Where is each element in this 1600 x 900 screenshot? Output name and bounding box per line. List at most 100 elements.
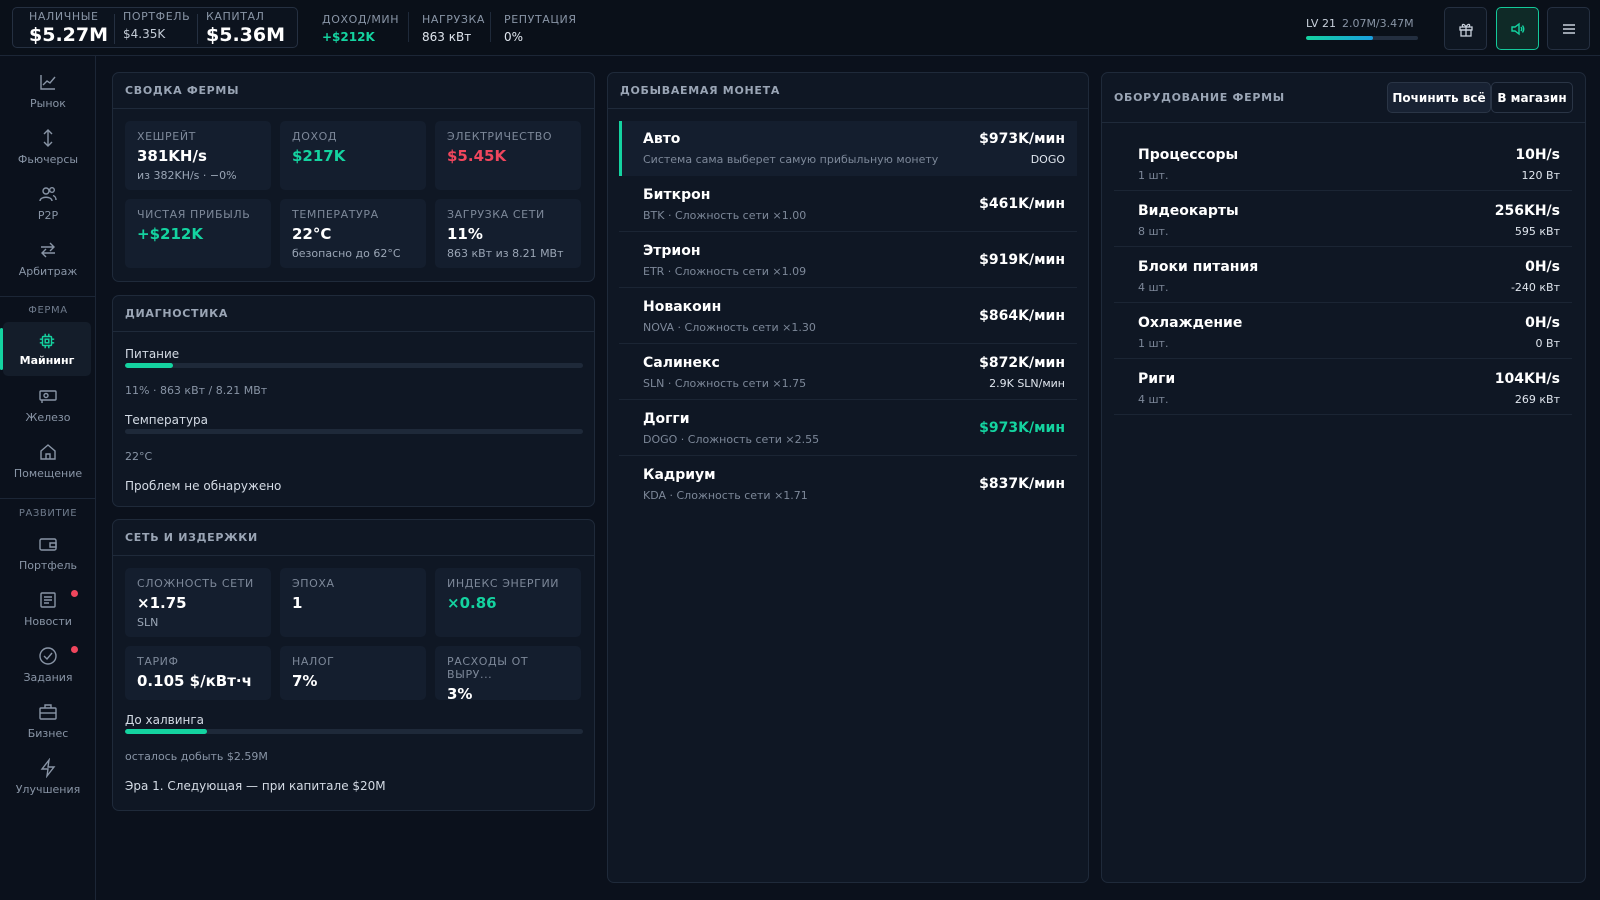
nav-p2p[interactable]: P2P bbox=[0, 184, 96, 238]
equipment-qty: 4 шт. bbox=[1138, 281, 1169, 294]
halving-bar-fill bbox=[125, 729, 208, 734]
diagnostics-panel: ДИАГНОСТИКА Питание 11% · 863 кВт / 8.21… bbox=[112, 295, 595, 507]
equipment-name: Видеокарты bbox=[1138, 203, 1239, 219]
card-value: 1 bbox=[292, 594, 303, 612]
check-circle-icon bbox=[39, 647, 57, 665]
top-bar: НАЛИЧНЫЕ $5.27M ПОРТФЕЛЬ $4.35K КАПИТАЛ … bbox=[0, 0, 1600, 56]
coin-description: SLN · Сложность сети ×1.75 bbox=[643, 377, 807, 390]
hashrate-card: ХЕШРЕЙТ 381KH/s из 382KH/s · −0% bbox=[125, 121, 271, 190]
capital-stat: КАПИТАЛ $5.36M bbox=[190, 8, 285, 49]
equipment-qty: 1 шт. bbox=[1138, 169, 1169, 182]
electricity-card: ЭЛЕКТРИЧЕСТВО $5.45K bbox=[435, 121, 581, 190]
home-icon bbox=[40, 444, 56, 460]
income-card: ДОХОД $217K bbox=[280, 121, 426, 190]
coin-name: Биткрон bbox=[643, 187, 711, 203]
card-label: ЗАГРУЗКА СЕТИ bbox=[447, 208, 545, 221]
equipment-qty: 4 шт. bbox=[1138, 393, 1169, 406]
nav-arbitrage[interactable]: Арбитраж bbox=[0, 240, 96, 294]
nav-premises[interactable]: Помещение bbox=[0, 442, 96, 496]
panel-header: ДИАГНОСТИКА bbox=[113, 296, 594, 332]
level-text: LV 21 2.07M/3.47M bbox=[1306, 17, 1418, 30]
card-value: +$212K bbox=[137, 225, 203, 243]
arrows-vertical-icon bbox=[43, 129, 53, 147]
card-value: $217K bbox=[292, 147, 346, 165]
card-label: ЧИСТАЯ ПРИБЫЛЬ bbox=[137, 208, 251, 221]
coin-option-etr[interactable]: Этрион ETR · Сложность сети ×1.09 $919K/… bbox=[619, 233, 1077, 288]
card-sub: из 382KH/s · −0% bbox=[137, 169, 237, 182]
shop-button[interactable]: В магазин bbox=[1491, 82, 1573, 113]
power-label: Питание bbox=[125, 347, 180, 361]
card-label: РАСХОДЫ ОТ ВЫРУ... bbox=[447, 655, 529, 681]
divider bbox=[490, 12, 491, 42]
coin-rate: $973K/мин bbox=[979, 420, 1065, 436]
coin-option-kda[interactable]: Кадриум KDA · Сложность сети ×1.71 $837K… bbox=[619, 457, 1077, 512]
temperature-label: Температура bbox=[125, 413, 209, 427]
card-label: ХЕШРЕЙТ bbox=[137, 130, 196, 143]
equipment-row-cpu: Процессоры 1 шт. 10H/s 120 Вт bbox=[1114, 135, 1572, 191]
equipment-name: Охлаждение bbox=[1138, 315, 1243, 331]
coin-option-dogo[interactable]: Догги DOGO · Сложность сети ×2.55 $973K/… bbox=[619, 401, 1077, 456]
bolt-icon bbox=[40, 758, 56, 778]
equipment-name: Процессоры bbox=[1138, 147, 1239, 163]
equipment-hashrate: 104KH/s bbox=[1494, 371, 1560, 387]
balance-box: НАЛИЧНЫЕ $5.27M ПОРТФЕЛЬ $4.35K КАПИТАЛ … bbox=[12, 7, 298, 48]
level-progress: LV 21 2.07M/3.47M bbox=[1306, 17, 1418, 40]
reputation-stat: РЕПУТАЦИЯ 0% bbox=[504, 13, 577, 44]
nav-hardware[interactable]: Железо bbox=[0, 386, 96, 440]
coin-rate: $864K/мин bbox=[979, 308, 1065, 324]
nav-market[interactable]: Рынок bbox=[0, 72, 96, 126]
coin-option-nova[interactable]: Новакоин NOVA · Сложность сети ×1.30 $86… bbox=[619, 289, 1077, 344]
equipment-name: Риги bbox=[1138, 371, 1176, 387]
epoch-card: ЭПОХА 1 bbox=[280, 568, 426, 637]
coin-rate: $461K/мин bbox=[979, 196, 1065, 212]
repair-all-button[interactable]: Починить всё bbox=[1387, 82, 1491, 113]
equipment-hashrate: 0H/s bbox=[1525, 315, 1560, 331]
sidebar: Рынок Фьючерсы P2P Арбитраж ФЕРМА Майнин… bbox=[0, 56, 96, 900]
net-profit-card: ЧИСТАЯ ПРИБЫЛЬ +$212K bbox=[125, 199, 271, 268]
equipment-power: 120 Вт bbox=[1521, 169, 1560, 182]
nav-label: Майнинг bbox=[19, 354, 75, 367]
equipment-row-gpu: Видеокарты 8 шт. 256KH/s 595 кВт bbox=[1114, 191, 1572, 247]
gift-button[interactable] bbox=[1444, 7, 1487, 50]
coin-rate: $872K/мин bbox=[979, 355, 1065, 371]
cpu-icon bbox=[39, 333, 55, 349]
cash-stat: НАЛИЧНЫЕ $5.27M bbox=[13, 8, 108, 49]
nav-news[interactable]: Новости bbox=[0, 590, 96, 644]
equipment-row-cooling: Охлаждение 1 шт. 0H/s 0 Вт bbox=[1114, 303, 1572, 359]
nav-label: Помещение bbox=[13, 467, 83, 480]
card-value: 22°C bbox=[292, 225, 332, 243]
nav-business[interactable]: Бизнес bbox=[0, 702, 96, 756]
coin-option-sln[interactable]: Салинекс SLN · Сложность сети ×1.75 $872… bbox=[619, 345, 1077, 400]
divider bbox=[0, 498, 95, 499]
nav-portfolio[interactable]: Портфель bbox=[0, 534, 96, 588]
coin-option-btk[interactable]: Биткрон BTK · Сложность сети ×1.00 $461K… bbox=[619, 177, 1077, 232]
halving-bar bbox=[125, 729, 583, 734]
nav-quests[interactable]: Задания bbox=[0, 646, 96, 700]
card-value: 381KH/s bbox=[137, 147, 207, 165]
card-sub: SLN bbox=[137, 616, 159, 629]
panel-header: ДОБЫВАЕМАЯ МОНЕТА bbox=[608, 73, 1088, 109]
gpu-icon bbox=[39, 390, 57, 403]
card-sub: 863 кВт из 8.21 МВт bbox=[447, 247, 564, 260]
nav-label: P2P bbox=[37, 209, 59, 222]
card-value: 3% bbox=[447, 685, 473, 703]
coin-description: NOVA · Сложность сети ×1.30 bbox=[643, 321, 816, 334]
income-value: +$212K bbox=[322, 30, 375, 44]
power-detail: 11% · 863 кВт / 8.21 МВт bbox=[125, 384, 268, 397]
income-stat: ДОХОД/МИН +$212K bbox=[322, 13, 399, 44]
tariff-card: ТАРИФ 0.105 $/кВт·ч bbox=[125, 646, 271, 700]
coin-option-auto[interactable]: Авто Система сама выберет самую прибыльн… bbox=[619, 121, 1077, 176]
card-value: $5.45K bbox=[447, 147, 507, 165]
sound-button[interactable] bbox=[1496, 7, 1539, 50]
equipment-power: 595 кВт bbox=[1514, 225, 1560, 238]
wallet-icon bbox=[39, 538, 57, 551]
equipment-power: 269 кВт bbox=[1514, 393, 1560, 406]
coin-rate: $837K/мин bbox=[979, 476, 1065, 492]
divider bbox=[408, 12, 409, 42]
reputation-label: РЕПУТАЦИЯ bbox=[504, 13, 577, 26]
nav-futures[interactable]: Фьючерсы bbox=[0, 128, 96, 182]
diagnostics-status: Проблем не обнаружено bbox=[125, 479, 282, 493]
nav-mining[interactable]: Майнинг bbox=[0, 322, 91, 376]
nav-upgrades[interactable]: Улучшения bbox=[0, 758, 96, 812]
menu-button[interactable] bbox=[1547, 7, 1590, 50]
